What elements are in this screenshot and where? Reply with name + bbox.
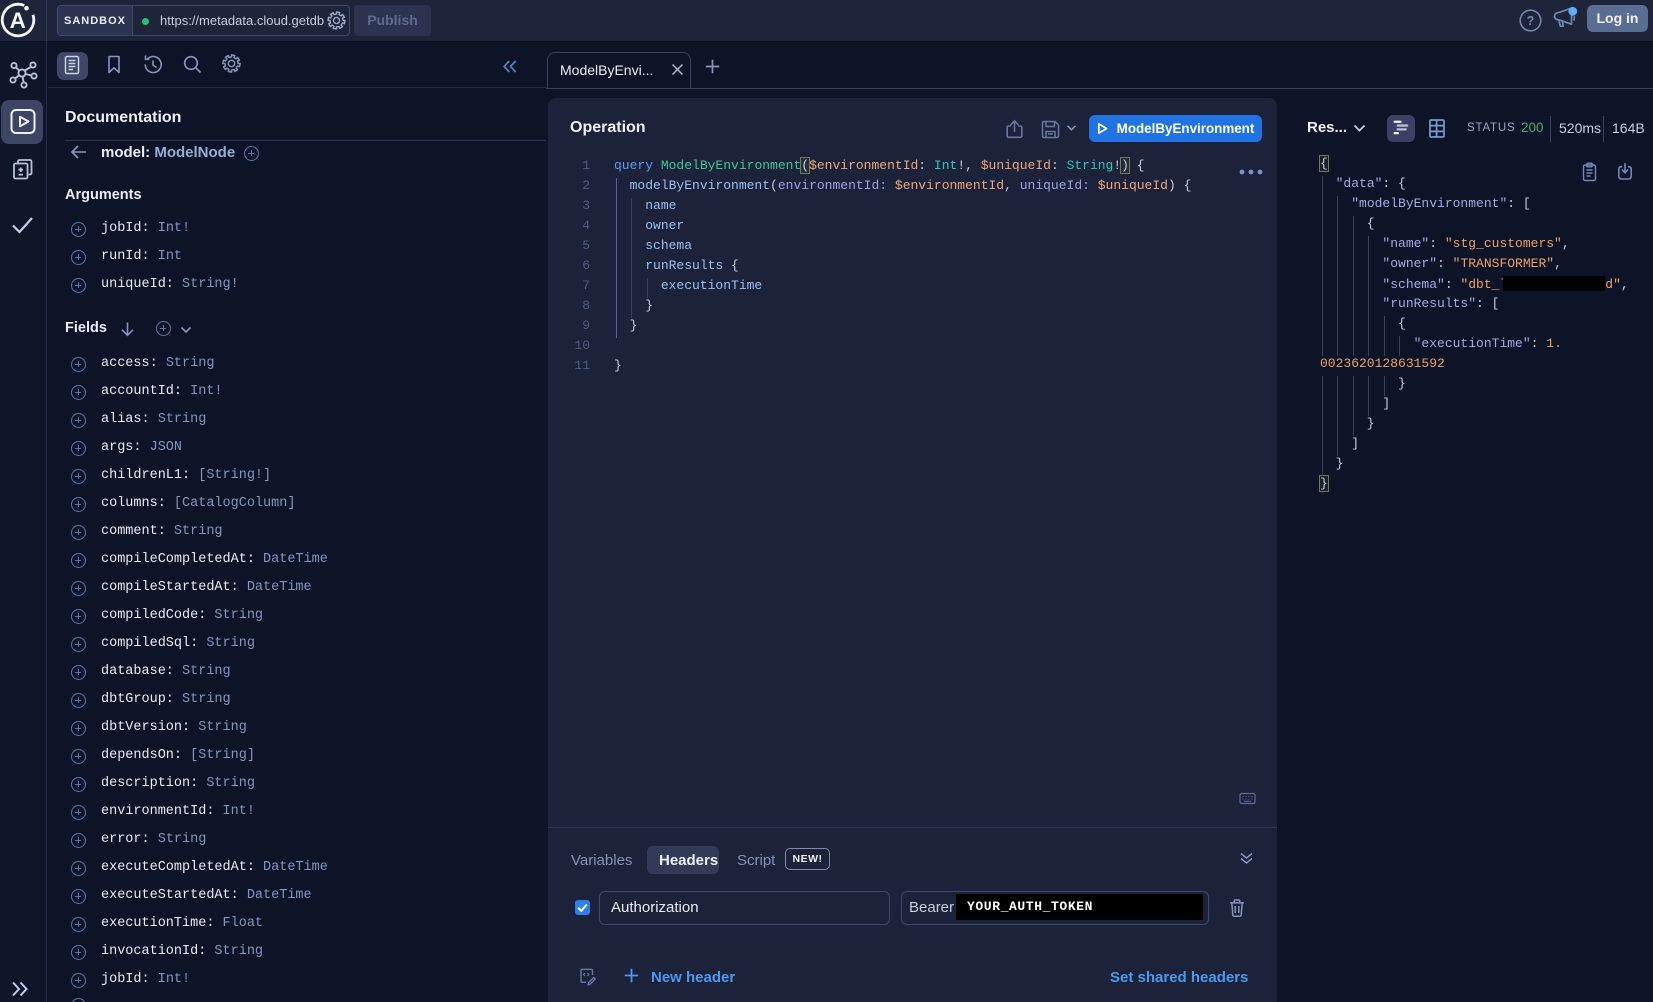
svg-text:A: A: [10, 8, 26, 33]
svg-text:?: ?: [1527, 14, 1535, 28]
